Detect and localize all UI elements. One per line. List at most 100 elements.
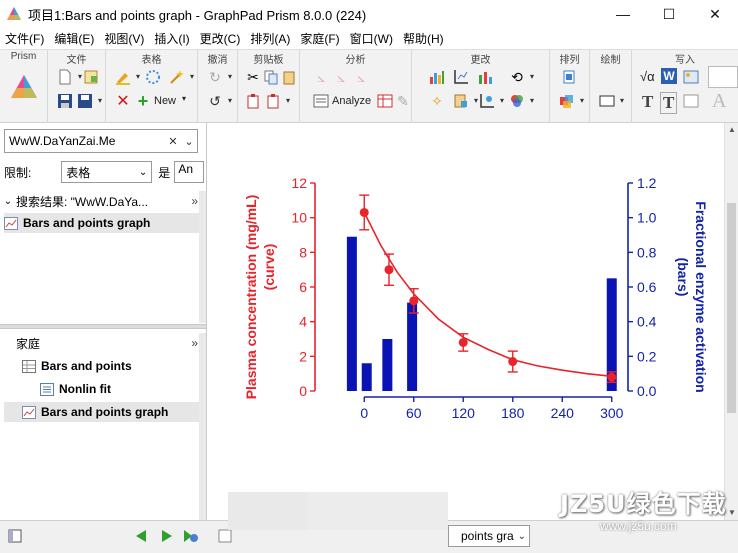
family-title: 家庭 [16,336,41,351]
equation-button[interactable]: √α [640,69,655,84]
swap-icon[interactable]: ⟲ [508,68,534,86]
text-box-button[interactable]: T [660,92,678,114]
scroll-thumb[interactable] [727,203,736,413]
rectangle-draw-icon[interactable] [598,92,624,110]
search-results-header[interactable]: ⌄ 搜索结果: "WwW.DaYa... » [0,191,206,211]
menu-file[interactable]: 文件(F) [0,30,49,47]
align-icon[interactable] [560,68,578,86]
undo-icon[interactable]: ↺ [206,92,232,110]
menu-help[interactable]: 帮助(H) [398,30,449,47]
redo-icon[interactable]: ↻ [206,68,232,86]
save-as-icon[interactable] [76,92,102,110]
paste-special-icon[interactable] [280,68,298,86]
copy-icon[interactable] [262,68,280,86]
right-axis-tick-label: 1.0 [637,210,657,226]
family-item-graph[interactable]: Bars and points graph [4,402,202,422]
menu-family[interactable]: 家庭(F) [295,30,344,47]
pen-icon[interactable]: ✎ [394,92,412,110]
watermark-sub: www.jz5u.com [600,519,677,533]
xy-analysis-icon[interactable]: ⦣ [312,68,330,86]
filter-type-select[interactable]: 表格 ⌄ [61,161,153,183]
family-item-analysis[interactable]: Nonlin fit [40,379,111,399]
format-graph-icon[interactable] [452,92,478,110]
close-button[interactable]: ✕ [692,0,738,28]
delete-icon[interactable]: ✕ [114,92,132,110]
paste-icon[interactable] [244,92,262,110]
sheet-zoom-icon[interactable] [182,527,200,545]
regression-icon[interactable]: ⦣ [352,68,370,86]
family-item-data-table[interactable]: Bars and points [22,356,132,376]
word-object-icon[interactable]: W [661,68,677,84]
family-scrollbar[interactable] [199,333,206,520]
ribbon-group-label: 绘制 [600,55,621,66]
font-size-increase-button[interactable]: A [712,90,726,113]
next-sheet-icon[interactable] [158,527,176,545]
format-axes-icon[interactable] [478,92,504,110]
data-point [384,265,394,275]
sparkle-icon[interactable]: ✧ [428,92,446,110]
toggle-navigator-icon[interactable] [6,527,24,545]
family-item-label: Nonlin fit [59,382,111,396]
navigator-search-input[interactable] [5,131,165,151]
analyze-icon[interactable] [312,92,330,110]
axis-icon[interactable] [452,68,470,86]
filter-value-select[interactable]: An [174,161,204,183]
chevron-down-icon[interactable]: ⌄ [181,135,197,148]
left-axis-tick-label: 4 [299,314,307,330]
menu-insert[interactable]: 插入(I) [149,30,194,47]
results-scrollbar[interactable] [199,191,206,323]
left-axis-label: Plasma concentration (mg/mL) [243,195,259,400]
sheet-selector[interactable]: points gra ⌄ [448,525,530,547]
menu-edit[interactable]: 编辑(E) [49,30,99,47]
menu-arrange[interactable]: 排列(A) [245,30,295,47]
save-icon[interactable] [56,92,74,110]
minimize-button[interactable]: — [600,0,646,28]
group-objects-icon[interactable] [558,92,584,110]
bars-and-points-chart[interactable]: 0 2 4 6 8 10 12 Plasma concentration (mg/mL) (cu… [208,123,724,520]
bar-chart-icon[interactable] [428,68,446,86]
site-watermark: JZ5U绿色下载 www.jz5u.com [560,484,730,533]
chevron-down-icon: ⌄ [517,530,526,542]
analyze-button[interactable]: Analyze [332,95,371,107]
data-point [508,357,518,367]
image-insert-icon[interactable] [682,68,700,86]
magic-wand-icon[interactable] [168,68,194,86]
ribbon-group-arrange: 排列 [550,50,590,124]
ribbon-group-label: 表格 [141,55,162,66]
menu-view[interactable]: 视图(V) [99,30,149,47]
prism-logo-icon[interactable] [9,72,39,102]
results-item-graph[interactable]: Bars and points graph [4,213,202,233]
expand-icon[interactable]: » [191,336,198,350]
previous-sheet-icon[interactable] [132,527,150,545]
text-format-icon[interactable] [682,92,700,110]
graph-type-icon[interactable] [476,68,494,86]
new-dropdown-icon[interactable]: ▾ [182,94,186,103]
scroll-up-icon[interactable]: ▲ [725,123,738,137]
family-header[interactable]: 家庭 » [0,333,206,353]
right-axis-tick-label: 0.8 [637,244,657,260]
graph-vertical-scrollbar[interactable]: ▲ ▼ [724,123,738,520]
cut-icon[interactable]: ✂ [244,68,262,86]
nonlinear-icon[interactable]: ⦣ [332,68,350,86]
snowflake-icon[interactable] [144,68,162,86]
open-file-icon[interactable] [82,68,100,86]
table-calc-icon[interactable] [376,92,394,110]
new-button[interactable]: New [154,95,176,107]
graph-sheet-icon [4,216,18,230]
chevron-down-icon[interactable]: ⌄ [0,196,16,207]
ribbon-group-draw: 绘制 [590,50,632,124]
font-size-input[interactable] [708,66,738,88]
color-scheme-icon[interactable] [508,92,534,110]
menu-window[interactable]: 窗口(W) [345,30,398,47]
new-file-icon[interactable] [56,68,82,86]
add-icon[interactable]: + [134,91,152,111]
highlight-icon[interactable] [114,68,140,86]
maximize-button[interactable]: ☐ [646,0,692,28]
text-tool-button[interactable]: T [642,92,653,112]
paste-dropdown-icon[interactable] [264,92,290,110]
expand-icon[interactable]: » [191,194,198,208]
navigator-search-box[interactable]: ✕ ⌄ [4,129,198,153]
clear-search-icon[interactable]: ✕ [165,135,181,148]
navigator-splitter[interactable] [0,324,206,329]
menu-change[interactable]: 更改(C) [195,30,246,47]
